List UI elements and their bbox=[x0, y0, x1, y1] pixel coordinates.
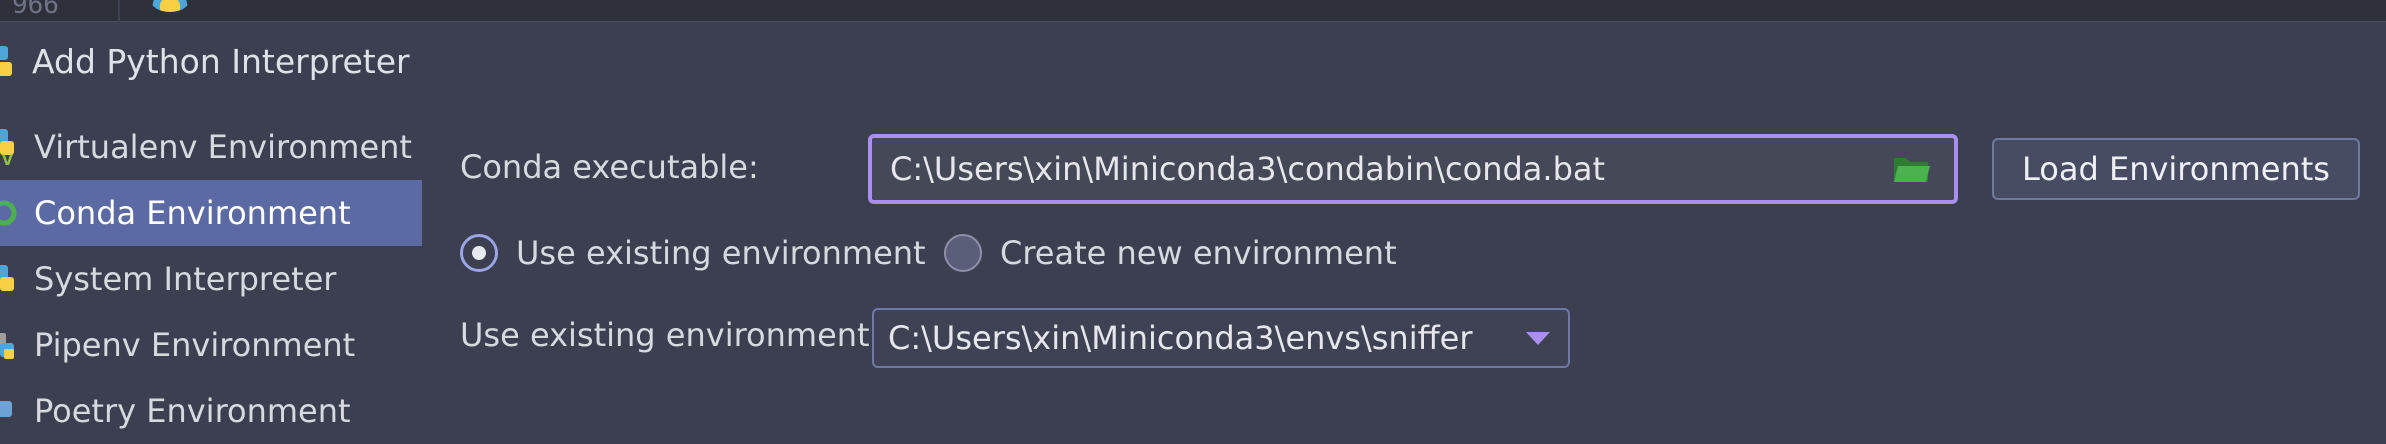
pipenv-icon bbox=[0, 333, 14, 359]
interpreter-type-sidebar: V Virtualenv Environment Conda Environme… bbox=[0, 114, 422, 430]
gutter-separator bbox=[118, 0, 120, 22]
line-number: 966 bbox=[12, 0, 59, 20]
radio-button-checked[interactable] bbox=[460, 234, 498, 272]
conda-executable-field[interactable]: C:\Users\xin\Miniconda3\condabin\conda.b… bbox=[868, 134, 1958, 204]
dialog-title: Add Python Interpreter bbox=[32, 41, 410, 81]
load-environments-button[interactable]: Load Environments bbox=[1992, 138, 2360, 200]
chevron-down-icon[interactable] bbox=[1526, 331, 1550, 345]
folder-icon[interactable] bbox=[1892, 152, 1932, 186]
sidebar-item-label: Conda Environment bbox=[34, 194, 351, 232]
existing-environment-label: Use existing environment: bbox=[460, 316, 881, 354]
sidebar-item-label: Pipenv Environment bbox=[34, 326, 356, 364]
sidebar-item-conda[interactable]: Conda Environment bbox=[0, 180, 422, 246]
python-icon bbox=[0, 265, 14, 291]
sidebar-item-label: Virtualenv Environment bbox=[34, 128, 412, 166]
dialog-title-bar: Add Python Interpreter bbox=[0, 36, 410, 86]
python-logo-icon bbox=[0, 46, 12, 76]
editor-background-strip: 966 bbox=[0, 0, 2386, 22]
existing-environment-dropdown[interactable]: C:\Users\xin\Miniconda3\envs\sniffer bbox=[872, 308, 1570, 368]
sidebar-item-virtualenv[interactable]: V Virtualenv Environment bbox=[0, 114, 422, 180]
existing-environment-value: C:\Users\xin\Miniconda3\envs\sniffer bbox=[888, 319, 1473, 357]
sidebar-item-label: Poetry Environment bbox=[34, 392, 351, 430]
conda-icon bbox=[0, 200, 17, 226]
radio-use-existing[interactable]: Use existing environment bbox=[460, 230, 926, 276]
conda-executable-input[interactable]: C:\Users\xin\Miniconda3\condabin\conda.b… bbox=[890, 150, 1892, 188]
python-file-icon bbox=[150, 0, 190, 12]
conda-executable-label: Conda executable: bbox=[460, 148, 759, 186]
svg-text:V: V bbox=[2, 153, 13, 167]
poetry-icon bbox=[0, 401, 12, 417]
virtualenv-icon: V bbox=[0, 129, 14, 167]
sidebar-item-system-interpreter[interactable]: System Interpreter bbox=[0, 246, 422, 312]
sidebar-item-poetry[interactable]: Poetry Environment bbox=[0, 378, 422, 444]
radio-button-unchecked[interactable] bbox=[944, 234, 982, 272]
sidebar-item-label: System Interpreter bbox=[34, 260, 337, 298]
radio-use-existing-label: Use existing environment bbox=[516, 234, 926, 272]
sidebar-item-pipenv[interactable]: Pipenv Environment bbox=[0, 312, 422, 378]
radio-create-new-label: Create new environment bbox=[1000, 234, 1397, 272]
radio-create-new[interactable]: Create new environment bbox=[944, 230, 1397, 276]
